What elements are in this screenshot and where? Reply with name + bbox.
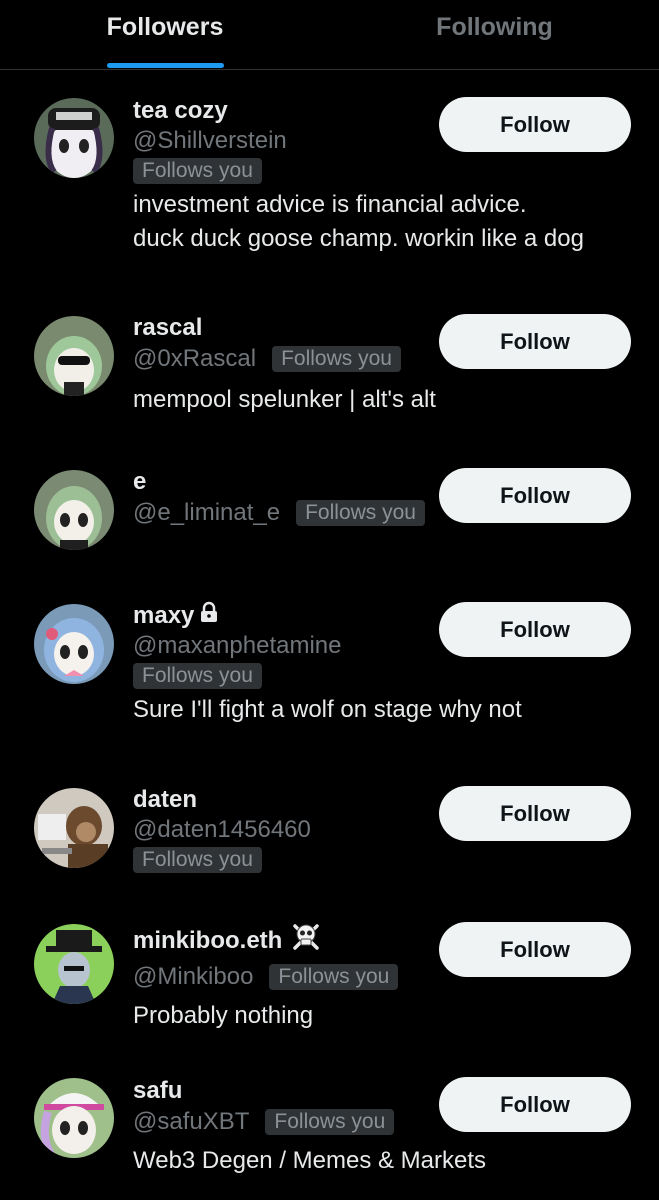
tab-followers[interactable]: Followers	[0, 0, 330, 69]
follow-button[interactable]: Follow	[439, 786, 631, 841]
user-handle[interactable]: @e_liminat_e	[133, 498, 280, 528]
active-tab-indicator	[107, 63, 224, 68]
bio-line: investment advice is financial advice.	[133, 191, 527, 218]
follows-you-badge: Follows you	[133, 663, 262, 689]
user-bio: Sure I'll fight a wolf on stage why not	[133, 693, 639, 727]
follow-button[interactable]: Follow	[439, 602, 631, 657]
user-name-text: tea cozy	[133, 97, 228, 124]
tab-bar: Followers Following	[0, 0, 659, 70]
bio-line: Sure I'll fight a wolf on stage why not	[133, 696, 522, 723]
follows-you-badge: Follows you	[269, 964, 399, 990]
avatar[interactable]	[34, 788, 114, 868]
follow-button[interactable]: Follow	[439, 922, 631, 977]
follows-you-badge: Follows you	[296, 500, 425, 526]
user-name-text: e	[133, 468, 147, 495]
user-handle[interactable]: @0xRascal	[133, 344, 256, 374]
avatar[interactable]	[34, 98, 114, 178]
follow-button[interactable]: Follow	[439, 97, 631, 152]
avatar[interactable]	[34, 316, 114, 396]
user-bio: Web3 Degen / Memes & Markets	[133, 1144, 639, 1178]
follow-button[interactable]: Follow	[439, 468, 631, 523]
follows-you-badge: Follows you	[265, 1109, 395, 1135]
avatar[interactable]	[34, 470, 114, 550]
user-bio: Probably nothing	[133, 999, 639, 1033]
tab-following-label: Following	[436, 13, 553, 41]
tab-followers-label: Followers	[106, 13, 224, 41]
tab-following[interactable]: Following	[330, 0, 659, 69]
user-name-text: safu	[133, 1077, 183, 1104]
user-name-text: maxy	[133, 602, 195, 629]
user-name-text: daten	[133, 786, 198, 813]
user-handle[interactable]: @safuXBT	[133, 1107, 249, 1137]
user-name-text: rascal	[133, 314, 203, 341]
lock-icon	[198, 601, 220, 631]
follows-you-badge: Follows you	[272, 346, 401, 372]
avatar[interactable]	[34, 604, 114, 684]
user-handle[interactable]: @Minkiboo	[133, 962, 253, 992]
follows-you-badge: Follows you	[133, 847, 262, 873]
avatar[interactable]	[34, 924, 114, 1004]
bio-line: duck duck goose champ. workin like a dog	[133, 225, 584, 252]
avatar[interactable]	[34, 1078, 114, 1158]
bio-line: Web3 Degen / Memes & Markets	[133, 1147, 487, 1174]
bio-line: Probably nothing	[133, 1002, 314, 1029]
user-name-text: minkiboo.eth	[133, 927, 283, 954]
follow-button[interactable]: Follow	[439, 314, 631, 369]
user-bio: investment advice is financial advice. d…	[133, 188, 639, 256]
user-bio: mempool spelunker | alt's alt	[133, 383, 639, 417]
skull-crossbones-icon	[290, 921, 322, 961]
follows-you-badge: Follows you	[133, 158, 262, 184]
follow-button[interactable]: Follow	[439, 1077, 631, 1132]
bio-line: mempool spelunker | alt's alt	[133, 386, 436, 413]
